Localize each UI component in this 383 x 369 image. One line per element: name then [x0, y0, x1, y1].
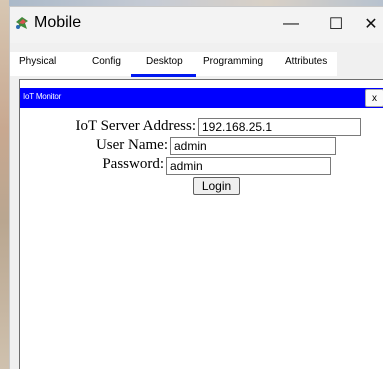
mobile-window: Mobile — ☐ ✕ Physical Config Desktop Pro… — [9, 6, 383, 369]
user-name-input[interactable]: admin — [170, 137, 336, 155]
desktop-background-left — [0, 0, 9, 369]
maximize-button[interactable]: ☐ — [313, 7, 359, 41]
title-bar[interactable]: Mobile — ☐ ✕ — [10, 7, 383, 43]
close-window-button[interactable]: ✕ — [358, 7, 383, 41]
minimize-button[interactable]: — — [268, 7, 314, 41]
server-address-label: IoT Server Address: — [75, 118, 196, 134]
app-header: IoT Monitor x — [20, 88, 383, 108]
selected-tab-indicator — [131, 74, 196, 77]
app-title: IoT Monitor — [23, 92, 62, 101]
window-title: Mobile — [34, 14, 82, 31]
server-address-input[interactable]: 192.168.25.1 — [198, 118, 361, 136]
tab-attributes[interactable]: Attributes — [285, 56, 327, 67]
app-icon — [13, 14, 31, 32]
login-button[interactable]: Login — [193, 177, 240, 195]
desktop-app-panel: IoT Monitor x IoT Server Address: 192.16… — [19, 79, 383, 369]
minimize-icon: — — [283, 15, 299, 32]
password-input[interactable]: admin — [166, 157, 331, 175]
tab-config[interactable]: Config — [92, 56, 121, 67]
tab-bar: Physical Config Desktop Programming Attr… — [10, 52, 383, 77]
close-icon: ✕ — [364, 16, 378, 33]
tab-programming[interactable]: Programming — [203, 56, 263, 67]
app-close-button[interactable]: x — [365, 89, 383, 107]
password-label: Password: — [102, 156, 164, 172]
maximize-icon: ☐ — [328, 16, 344, 33]
user-name-label: User Name: — [95, 137, 168, 153]
tab-physical[interactable]: Physical — [19, 56, 56, 67]
tab-desktop[interactable]: Desktop — [146, 56, 183, 67]
